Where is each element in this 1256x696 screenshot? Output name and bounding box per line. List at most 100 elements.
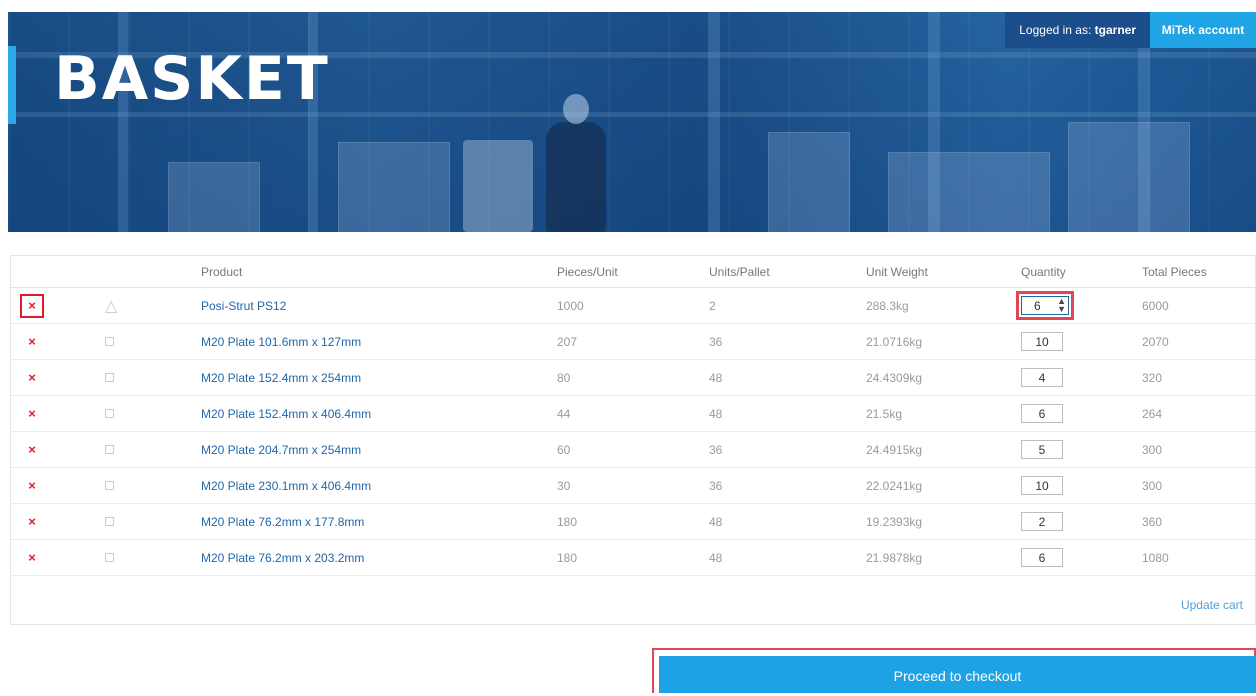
remove-item-button[interactable]: × <box>23 369 41 387</box>
product-link[interactable]: M20 Plate 101.6mm x 127mm <box>201 335 361 349</box>
remove-item-button[interactable]: × <box>23 549 41 567</box>
plate-thumbnail-icon <box>105 444 114 454</box>
banner-box <box>1068 122 1190 232</box>
banner-box <box>888 152 1050 232</box>
product-link[interactable]: M20 Plate 152.4mm x 406.4mm <box>201 407 371 421</box>
units-per-pallet: 48 <box>709 395 866 432</box>
total-pieces: 300 <box>1142 467 1255 504</box>
quantity-input[interactable] <box>1021 440 1063 459</box>
banner-box <box>168 162 260 232</box>
banner-post <box>708 12 720 232</box>
quantity-input[interactable] <box>1021 404 1063 423</box>
table-row: × △ Posi-Strut PS12 1000 2 288.3kg ▲▼ 60… <box>11 287 1255 324</box>
table-row: × M20 Plate 152.4mm x 406.4mm 44 48 21.5… <box>11 395 1255 432</box>
units-per-pallet: 48 <box>709 503 866 540</box>
quantity-input[interactable] <box>1021 512 1063 531</box>
column-header-product: Product <box>201 256 557 288</box>
pieces-per-unit: 180 <box>557 539 709 576</box>
plate-thumbnail-icon <box>105 372 114 382</box>
unit-weight: 22.0241kg <box>866 467 1021 504</box>
product-link[interactable]: M20 Plate 76.2mm x 177.8mm <box>201 515 364 529</box>
quantity-stepper[interactable]: ▲▼ <box>1016 291 1074 320</box>
login-status: Logged in as: tgarner <box>1005 12 1150 48</box>
banner-box <box>338 142 450 232</box>
update-cart-link[interactable]: Update cart <box>1181 598 1243 612</box>
column-header-image <box>85 256 201 288</box>
unit-weight: 21.5kg <box>866 395 1021 432</box>
quantity-input[interactable] <box>1021 332 1063 351</box>
total-pieces: 264 <box>1142 395 1255 432</box>
remove-item-button[interactable]: × <box>20 293 44 318</box>
unit-weight: 21.9878kg <box>866 539 1021 576</box>
basket-panel: Product Pieces/Unit Units/Pallet Unit We… <box>10 255 1256 625</box>
remove-item-button[interactable]: × <box>23 333 41 351</box>
account-link[interactable]: MiTek account <box>1150 12 1256 48</box>
column-header-pieces-unit: Pieces/Unit <box>557 256 709 288</box>
column-header-total-pieces: Total Pieces <box>1142 256 1255 288</box>
pieces-per-unit: 80 <box>557 359 709 396</box>
basket-table: Product Pieces/Unit Units/Pallet Unit We… <box>11 256 1255 576</box>
unit-weight: 19.2393kg <box>866 503 1021 540</box>
posi-strut-icon: △ <box>105 297 118 315</box>
column-header-remove <box>11 256 85 288</box>
total-pieces: 320 <box>1142 359 1255 396</box>
banner-worker-head <box>563 94 589 124</box>
units-per-pallet: 36 <box>709 323 866 360</box>
product-link[interactable]: Posi-Strut PS12 <box>201 299 286 313</box>
page-title: BASKET <box>54 44 330 114</box>
quantity-input[interactable] <box>1021 368 1063 387</box>
remove-item-button[interactable]: × <box>23 513 41 531</box>
unit-weight: 24.4915kg <box>866 431 1021 468</box>
pieces-per-unit: 1000 <box>557 287 709 324</box>
pieces-per-unit: 207 <box>557 323 709 360</box>
quantity-input[interactable] <box>1021 476 1063 495</box>
product-link[interactable]: M20 Plate 76.2mm x 203.2mm <box>201 551 364 565</box>
unit-weight: 24.4309kg <box>866 359 1021 396</box>
units-per-pallet: 48 <box>709 359 866 396</box>
remove-item-button[interactable]: × <box>23 441 41 459</box>
plate-thumbnail-icon <box>105 408 114 418</box>
total-pieces: 2070 <box>1142 323 1255 360</box>
banner-forklift <box>463 140 533 232</box>
units-per-pallet: 2 <box>709 287 866 324</box>
plate-thumbnail-icon <box>105 480 114 490</box>
logged-in-label: Logged in as: <box>1019 23 1092 37</box>
remove-item-button[interactable]: × <box>23 405 41 423</box>
units-per-pallet: 36 <box>709 431 866 468</box>
banner-worker <box>546 122 606 232</box>
username: tgarner <box>1094 23 1136 37</box>
quantity-input[interactable] <box>1021 548 1063 567</box>
total-pieces: 1080 <box>1142 539 1255 576</box>
title-accent-bar <box>8 46 16 124</box>
product-link[interactable]: M20 Plate 204.7mm x 254mm <box>201 443 361 457</box>
unit-weight: 21.0716kg <box>866 323 1021 360</box>
banner-box <box>768 132 850 232</box>
units-per-pallet: 36 <box>709 467 866 504</box>
units-per-pallet: 48 <box>709 539 866 576</box>
plate-thumbnail-icon <box>105 336 114 346</box>
proceed-to-checkout-button[interactable]: Proceed to checkout <box>659 656 1256 693</box>
column-header-units-pallet: Units/Pallet <box>709 256 866 288</box>
unit-weight: 288.3kg <box>866 287 1021 324</box>
plate-thumbnail-icon <box>105 552 114 562</box>
table-header-row: Product Pieces/Unit Units/Pallet Unit We… <box>11 256 1255 288</box>
total-pieces: 300 <box>1142 431 1255 468</box>
column-header-quantity: Quantity <box>1021 256 1142 288</box>
pieces-per-unit: 60 <box>557 431 709 468</box>
total-pieces: 6000 <box>1142 287 1255 324</box>
pieces-per-unit: 30 <box>557 467 709 504</box>
remove-item-button[interactable]: × <box>23 477 41 495</box>
total-pieces: 360 <box>1142 503 1255 540</box>
column-header-unit-weight: Unit Weight <box>866 256 1021 288</box>
table-row: × M20 Plate 76.2mm x 177.8mm 180 48 19.2… <box>11 503 1255 540</box>
product-link[interactable]: M20 Plate 152.4mm x 254mm <box>201 371 361 385</box>
table-row: × M20 Plate 204.7mm x 254mm 60 36 24.491… <box>11 431 1255 468</box>
pieces-per-unit: 44 <box>557 395 709 432</box>
table-row: × M20 Plate 230.1mm x 406.4mm 30 36 22.0… <box>11 467 1255 504</box>
table-row: × M20 Plate 76.2mm x 203.2mm 180 48 21.9… <box>11 539 1255 576</box>
pieces-per-unit: 180 <box>557 503 709 540</box>
table-row: × M20 Plate 152.4mm x 254mm 80 48 24.430… <box>11 359 1255 396</box>
table-row: × M20 Plate 101.6mm x 127mm 207 36 21.07… <box>11 323 1255 360</box>
product-link[interactable]: M20 Plate 230.1mm x 406.4mm <box>201 479 371 493</box>
number-spinner-icon[interactable]: ▲ ▼ <box>1057 297 1066 314</box>
